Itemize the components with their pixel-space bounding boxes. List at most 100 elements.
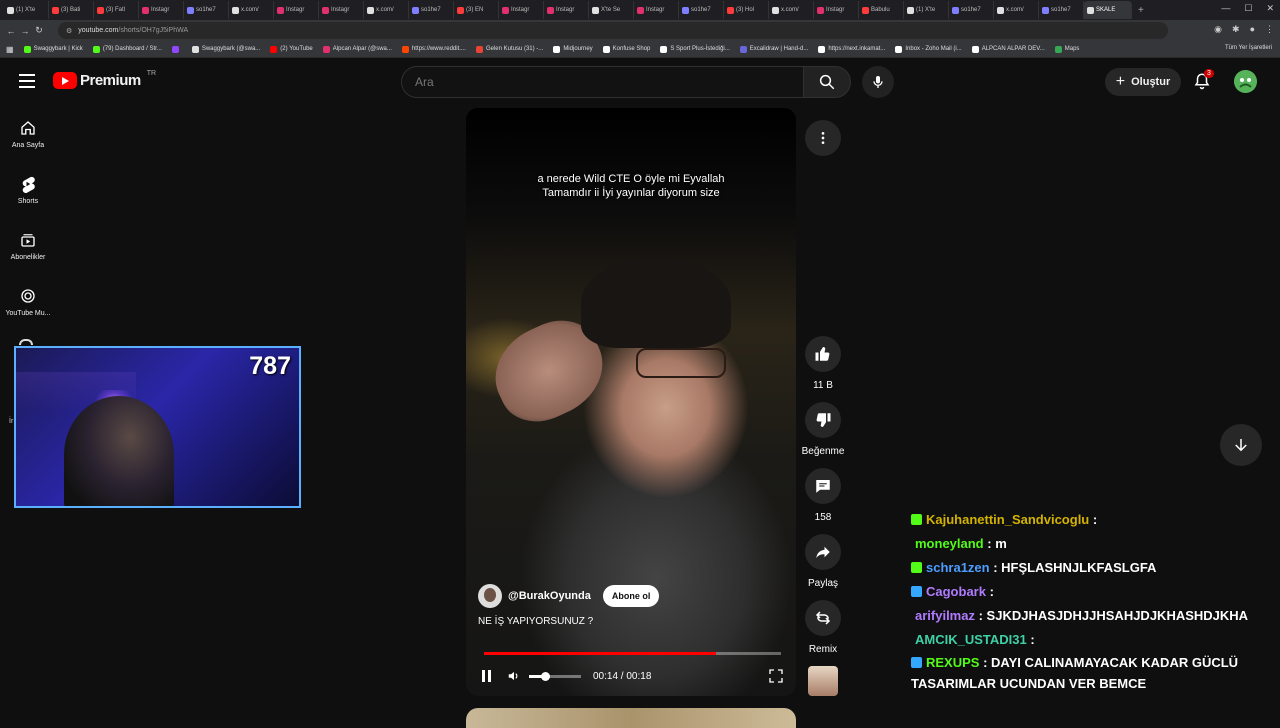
- tab-label: so1he7: [961, 7, 981, 13]
- browser-tab[interactable]: x.com/: [994, 1, 1039, 19]
- sidebar-item-youtube-music[interactable]: YouTube Mu...: [0, 274, 56, 330]
- browser-tab[interactable]: (3) Bati: [49, 1, 94, 19]
- browser-tab[interactable]: (1) X'te: [904, 1, 949, 19]
- browser-tab[interactable]: Instagr: [274, 1, 319, 19]
- create-label: Oluştur: [1131, 76, 1171, 88]
- subscribe-button[interactable]: Abone ol: [602, 585, 660, 607]
- browser-tab[interactable]: Instagr: [634, 1, 679, 19]
- back-button[interactable]: ←: [4, 26, 18, 36]
- sidebar-item-shorts[interactable]: Shorts: [0, 162, 56, 218]
- tab-favicon-icon: [952, 6, 959, 14]
- browser-tab[interactable]: x.com/: [229, 1, 274, 19]
- bookmark-item[interactable]: Gelen Kutusu (31) -...: [475, 45, 543, 53]
- bookmark-item[interactable]: Inbox - Zoho Mail (i...: [895, 45, 962, 53]
- site-info-icon[interactable]: ⚙: [66, 27, 72, 35]
- minimize-button[interactable]: —: [1221, 3, 1230, 14]
- remix-icon: [815, 611, 831, 625]
- maximize-button[interactable]: ☐: [1244, 3, 1252, 14]
- browser-tab[interactable]: Instagr: [544, 1, 589, 19]
- address-bar[interactable]: ⚙ youtube.com/shorts/OH7gJ5iPhWA: [58, 22, 1168, 39]
- share-button[interactable]: [805, 534, 841, 570]
- pause-button[interactable]: [482, 670, 491, 682]
- extensions-puzzle-icon[interactable]: ✱: [1232, 24, 1240, 35]
- bookmark-item[interactable]: https://www.reddit....: [401, 45, 466, 53]
- browser-tab[interactable]: Babulu: [859, 1, 904, 19]
- fullscreen-icon[interactable]: [768, 668, 784, 684]
- profile-icon[interactable]: ●: [1250, 24, 1255, 35]
- browser-tab[interactable]: so1he7: [949, 1, 994, 19]
- browser-tab[interactable]: Instagr: [814, 1, 859, 19]
- volume-icon[interactable]: [507, 669, 521, 683]
- bookmark-item[interactable]: ALPCAN ALPAR DEV...: [971, 45, 1045, 53]
- bookmark-item[interactable]: (79) Dashboard / Str...: [92, 45, 162, 53]
- browser-tab[interactable]: (3) Fatl: [94, 1, 139, 19]
- browser-tab[interactable]: so1he7: [679, 1, 724, 19]
- close-window-button[interactable]: ✕: [1266, 3, 1274, 14]
- short-title[interactable]: NE İŞ YAPIYORSUNUZ ?: [478, 616, 593, 627]
- sidebar-item-home[interactable]: Ana Sayfa: [0, 106, 56, 162]
- browser-tab[interactable]: Instagr: [319, 1, 364, 19]
- browser-tab[interactable]: Instagr: [139, 1, 184, 19]
- account-avatar[interactable]: [1234, 70, 1257, 93]
- volume-slider[interactable]: [529, 671, 581, 681]
- bookmark-item[interactable]: Swaggybark | Kick: [23, 45, 83, 53]
- like-button[interactable]: [805, 336, 841, 372]
- browser-tab[interactable]: Instagr: [499, 1, 544, 19]
- bookmark-item[interactable]: (2) YouTube: [270, 45, 313, 53]
- browser-menu-icon[interactable]: ⋮: [1265, 24, 1274, 35]
- bookmark-item[interactable]: Alpcan Alpar (@swa...: [322, 45, 392, 53]
- sound-source-thumbnail[interactable]: [808, 666, 838, 696]
- more-options-button[interactable]: [805, 120, 841, 156]
- voice-search-button[interactable]: [862, 66, 894, 98]
- browser-tab[interactable]: (3) EN: [454, 1, 499, 19]
- browser-tab[interactable]: (1) X'te: [4, 1, 49, 19]
- new-tab-button[interactable]: +: [1138, 5, 1144, 16]
- browser-tab[interactable]: (3) Hol: [724, 1, 769, 19]
- search-button[interactable]: [803, 66, 851, 98]
- bookmark-favicon-icon: [553, 45, 561, 53]
- extension-icon[interactable]: ◉: [1214, 24, 1222, 35]
- tab-label: (1) X'te: [16, 7, 36, 13]
- all-bookmarks[interactable]: Tüm Yer İşaretleri: [1225, 45, 1272, 51]
- bookmark-item[interactable]: Maps: [1054, 45, 1079, 53]
- youtube-premium-logo[interactable]: Premium TR: [53, 70, 156, 89]
- next-video-button[interactable]: [1220, 424, 1262, 466]
- bookmark-favicon-icon: [92, 45, 100, 53]
- bookmark-item[interactable]: https://next.inkamat...: [818, 45, 885, 53]
- create-button[interactable]: + Oluştur: [1105, 68, 1181, 96]
- reload-button[interactable]: ↻: [32, 25, 46, 36]
- bookmark-item[interactable]: S Sport Plus-İstediği...: [660, 45, 730, 53]
- notifications-button[interactable]: 3: [1193, 69, 1214, 92]
- chat-badge-icon: [911, 562, 922, 573]
- volume-knob[interactable]: [540, 671, 550, 681]
- notification-badge: 3: [1204, 69, 1214, 78]
- chat-text: ︎ ︎ ︎ ︎ ︎ ︎ ︎ ︎ ︎ ︎ ︎ ︎ ︎ ︎: [1100, 512, 1148, 527]
- bookmark-item[interactable]: Excalidraw | Hand-d...: [739, 45, 808, 53]
- browser-tab[interactable]: so1he7: [184, 1, 229, 19]
- browser-tab[interactable]: SKALE: [1084, 1, 1132, 19]
- tab-label: x.com/: [376, 7, 394, 13]
- browser-tab[interactable]: so1he7: [409, 1, 454, 19]
- progress-bar[interactable]: [484, 652, 781, 655]
- bookmark-item[interactable]: Konfuse Shop: [602, 45, 650, 53]
- menu-icon[interactable]: [19, 74, 35, 88]
- forward-button[interactable]: →: [18, 26, 32, 36]
- bookmark-item[interactable]: Midjourney: [553, 45, 593, 53]
- channel-avatar[interactable]: [478, 584, 502, 608]
- next-short-preview[interactable]: [466, 708, 796, 728]
- browser-tab[interactable]: x.com/: [769, 1, 814, 19]
- sidebar-item-subscriptions[interactable]: Abonelikler: [0, 218, 56, 274]
- search-input[interactable]: Ara: [401, 66, 804, 98]
- browser-tab[interactable]: so1he7: [1039, 1, 1084, 19]
- bookmark-item[interactable]: Swaggybark (@swa...: [191, 45, 260, 53]
- browser-tab[interactable]: X'te Se: [589, 1, 634, 19]
- channel-name[interactable]: @BurakOyunda: [508, 590, 591, 602]
- apps-grid-icon[interactable]: ▦: [6, 45, 14, 54]
- shorts-video-player[interactable]: a nerede Wild CTE O öyle mi Eyvallah Tam…: [466, 108, 796, 696]
- caption-line: Tamamdır ii İyi yayınlar diyorum size: [542, 187, 720, 199]
- dislike-button[interactable]: [805, 402, 841, 438]
- comments-button[interactable]: [805, 468, 841, 504]
- browser-tab[interactable]: x.com/: [364, 1, 409, 19]
- remix-button[interactable]: [805, 600, 841, 636]
- bookmark-item[interactable]: [171, 45, 182, 53]
